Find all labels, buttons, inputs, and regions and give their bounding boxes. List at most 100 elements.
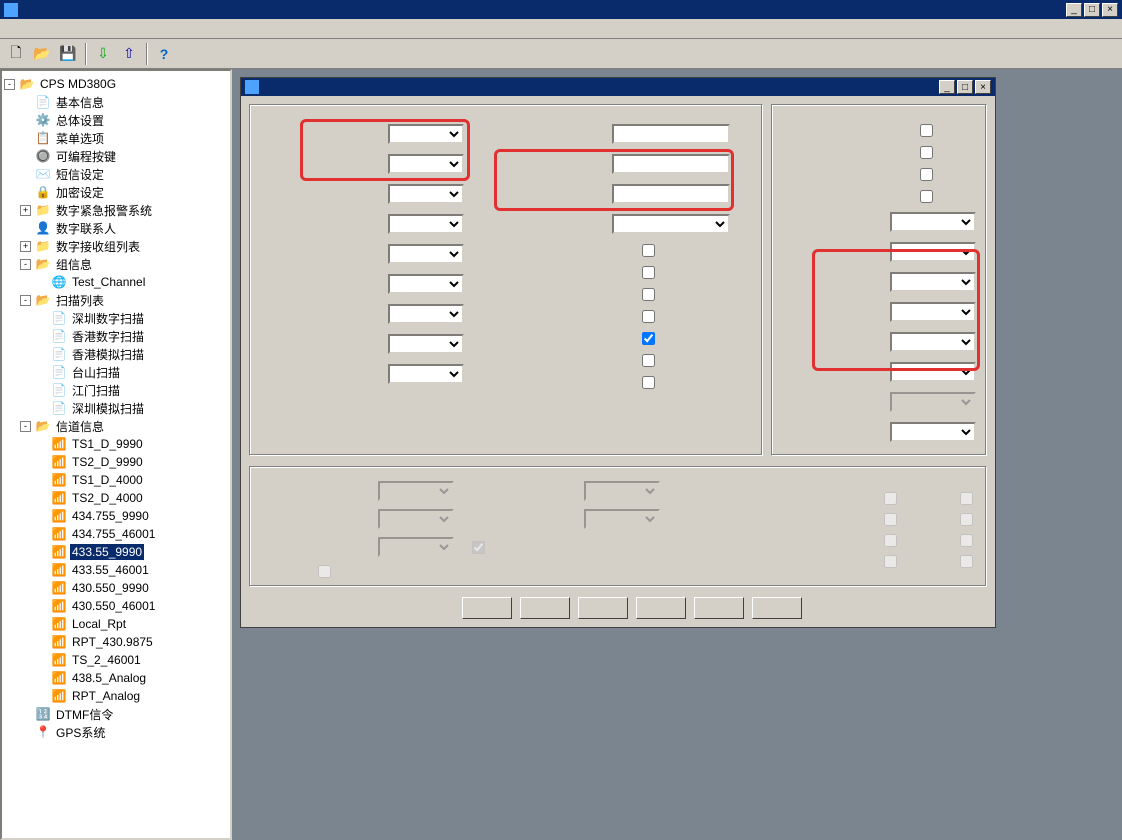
admit-select[interactable] xyxy=(612,214,730,234)
tree-item[interactable]: 📶430.550_46001 xyxy=(4,597,228,615)
tree-toggle-icon[interactable]: - xyxy=(20,295,31,306)
tree-item[interactable]: 👤数字联系人 xyxy=(4,219,228,237)
lonework-check[interactable] xyxy=(642,288,655,301)
menu-help[interactable] xyxy=(74,27,86,31)
tree-item[interactable]: 📶434.755_9990 xyxy=(4,507,228,525)
tree-item[interactable]: 📄深圳数字扫描 xyxy=(4,309,228,327)
rxref-select[interactable] xyxy=(388,244,464,264)
tree-item[interactable]: 📄香港模拟扫描 xyxy=(4,345,228,363)
tree-item[interactable]: 📄江门扫描 xyxy=(4,381,228,399)
tree-item[interactable]: 📶434.755_46001 xyxy=(4,525,228,543)
tree-item[interactable]: 📶TS1_D_4000 xyxy=(4,471,228,489)
tree-item[interactable]: 📄台山扫描 xyxy=(4,363,228,381)
tree-item[interactable]: 📶TS1_D_9990 xyxy=(4,435,228,453)
squelch-select[interactable] xyxy=(388,214,464,234)
txref-select[interactable] xyxy=(388,274,464,294)
tree-item[interactable]: 📄基本信息 xyxy=(4,93,228,111)
tree-item[interactable]: 📶433.55_9990 xyxy=(4,543,228,561)
save-icon[interactable]: 💾 xyxy=(56,42,80,66)
tree-item[interactable]: 📶RPT_Analog xyxy=(4,687,228,705)
tree-item[interactable]: 📶TS2_D_4000 xyxy=(4,489,228,507)
mode-select[interactable] xyxy=(388,124,464,144)
sidebar[interactable]: -📂CPS MD380G📄基本信息⚙️总体设置📋菜单选项🔘可编程按键✉️短信设定… xyxy=(0,69,232,840)
chname-input[interactable] xyxy=(612,124,730,144)
tree-toggle-icon[interactable]: + xyxy=(20,241,31,252)
help-icon[interactable]: ? xyxy=(152,42,176,66)
emalarm-check[interactable] xyxy=(920,146,933,159)
nav-first-button[interactable] xyxy=(462,597,512,619)
grouplist-select[interactable] xyxy=(890,272,976,292)
scanlist-select[interactable] xyxy=(388,184,464,204)
tree-item[interactable]: 📄深圳模拟扫描 xyxy=(4,399,228,417)
close-button[interactable]: × xyxy=(1102,3,1118,17)
privcall-check[interactable] xyxy=(920,124,933,137)
nav-add-button[interactable] xyxy=(694,597,744,619)
menu-window[interactable] xyxy=(62,27,74,31)
nav-del-button[interactable] xyxy=(752,597,802,619)
tree-item[interactable]: 📶430.550_9990 xyxy=(4,579,228,597)
tree-item[interactable]: -📂扫描列表 xyxy=(4,291,228,309)
rxonly-check[interactable] xyxy=(642,266,655,279)
tree-toggle-icon[interactable]: + xyxy=(20,205,31,216)
menu-program[interactable] xyxy=(26,27,38,31)
sendgps-check[interactable] xyxy=(642,354,655,367)
privacy-select[interactable] xyxy=(890,362,976,382)
tree-item[interactable]: 📶TS_2_46001 xyxy=(4,651,228,669)
write-icon[interactable]: ⇧ xyxy=(117,42,141,66)
tree-item[interactable]: 🔘可编程按键 xyxy=(4,147,228,165)
tree-item[interactable]: 📶433.55_46001 xyxy=(4,561,228,579)
tree-item[interactable]: +📁数字接收组列表 xyxy=(4,237,228,255)
dialog-maximize-button[interactable]: □ xyxy=(957,80,973,94)
open-icon[interactable]: 📂 xyxy=(30,42,54,66)
menu-file[interactable] xyxy=(2,27,14,31)
tree-toggle-icon[interactable]: - xyxy=(20,421,31,432)
bandwidth-select[interactable] xyxy=(388,154,464,174)
minimize-button[interactable]: _ xyxy=(1066,3,1082,17)
tree-toggle-icon[interactable]: - xyxy=(4,79,15,90)
emsys-select[interactable] xyxy=(890,212,976,232)
tree-item[interactable]: -📂信道信息 xyxy=(4,417,228,435)
tot-select[interactable] xyxy=(388,304,464,324)
datacall-check[interactable] xyxy=(920,168,933,181)
tree-item[interactable]: 📄香港数字扫描 xyxy=(4,327,228,345)
tree-item[interactable]: ✉️短信设定 xyxy=(4,165,228,183)
dialog-close-button[interactable]: × xyxy=(975,80,991,94)
nav-last-button[interactable] xyxy=(636,597,686,619)
tree-item[interactable]: 📍GPS系统 xyxy=(4,723,228,741)
tree-item[interactable]: 🔢DTMF信令 xyxy=(4,705,228,723)
tree-item[interactable]: 🌐Test_Channel xyxy=(4,273,228,291)
gpssys-select[interactable] xyxy=(890,422,976,442)
totrekey-select[interactable] xyxy=(388,334,464,354)
menu-settings[interactable] xyxy=(38,27,50,31)
autoscan-check[interactable] xyxy=(642,244,655,257)
contact-select[interactable] xyxy=(890,242,976,262)
new-icon[interactable]: 🗋 xyxy=(4,42,28,66)
color-select[interactable] xyxy=(890,302,976,322)
txfreq-input[interactable] xyxy=(612,184,730,204)
talkaround-check[interactable] xyxy=(642,332,655,345)
tree-toggle-icon[interactable]: - xyxy=(20,259,31,270)
nav-next-button[interactable] xyxy=(578,597,628,619)
tree-item[interactable]: +📁数字紧急报警系统 xyxy=(4,201,228,219)
dialog-minimize-button[interactable]: _ xyxy=(939,80,955,94)
vox-check[interactable] xyxy=(642,310,655,323)
tree-item[interactable]: -📂组信息 xyxy=(4,255,228,273)
udp-check[interactable] xyxy=(920,190,933,203)
power-select[interactable] xyxy=(388,364,464,384)
slot-select[interactable] xyxy=(890,332,976,352)
tree-item[interactable]: -📂CPS MD380G xyxy=(4,75,228,93)
menu-edit[interactable] xyxy=(14,27,26,31)
tree-item[interactable]: 📶RPT_430.9875 xyxy=(4,633,228,651)
tree-item[interactable]: 📶TS2_D_9990 xyxy=(4,453,228,471)
tree-item[interactable]: 📶438.5_Analog xyxy=(4,669,228,687)
read-icon[interactable]: ⇩ xyxy=(91,42,115,66)
menu-view[interactable] xyxy=(50,27,62,31)
tree-item[interactable]: ⚙️总体设置 xyxy=(4,111,228,129)
maximize-button[interactable]: □ xyxy=(1084,3,1100,17)
tree-item[interactable]: 📋菜单选项 xyxy=(4,129,228,147)
recvgps-check[interactable] xyxy=(642,376,655,389)
rxfreq-input[interactable] xyxy=(612,154,730,174)
tree-item[interactable]: 📶Local_Rpt xyxy=(4,615,228,633)
nav-prev-button[interactable] xyxy=(520,597,570,619)
tree-item[interactable]: 🔒加密设定 xyxy=(4,183,228,201)
